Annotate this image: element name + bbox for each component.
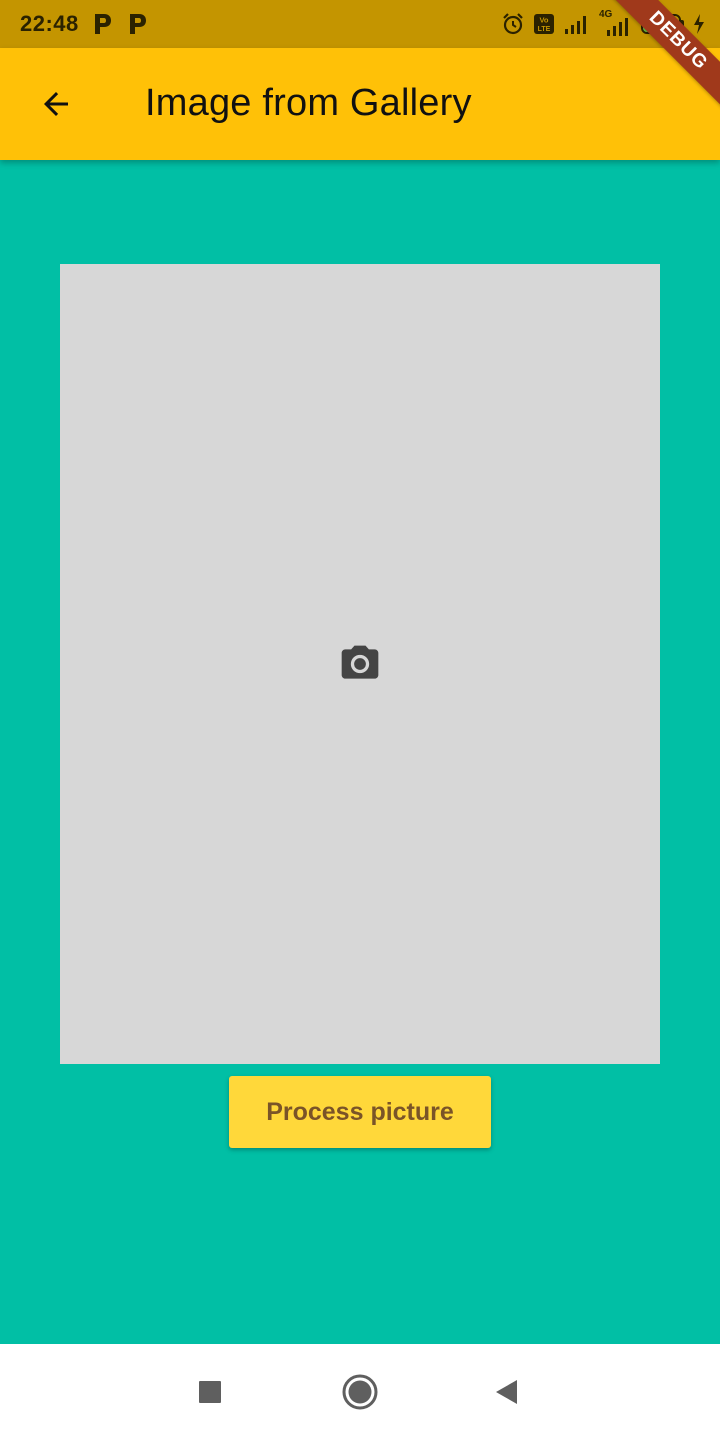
page-title: Image from Gallery xyxy=(145,82,472,124)
status-bar: 22:48 Vo LTE 4G xyxy=(0,0,720,48)
image-placeholder[interactable] xyxy=(60,264,660,1064)
volte-icon: Vo LTE xyxy=(534,14,554,34)
system-nav-bar xyxy=(0,1344,720,1440)
app-bar: Image from Gallery xyxy=(0,48,720,160)
p-icon xyxy=(95,14,111,34)
home-button[interactable] xyxy=(336,1368,384,1416)
back-button[interactable] xyxy=(28,76,84,132)
arrow-back-icon xyxy=(44,92,68,116)
recents-button[interactable] xyxy=(186,1368,234,1416)
signal-icon xyxy=(565,16,586,34)
back-triangle-icon xyxy=(496,1380,517,1404)
home-circle-icon xyxy=(342,1374,378,1410)
svg-text:LTE: LTE xyxy=(538,26,551,33)
svg-text:Vo: Vo xyxy=(539,16,548,25)
system-back-button[interactable] xyxy=(482,1368,530,1416)
4g-signal-icon: 4G xyxy=(599,9,633,37)
status-time: 22:48 xyxy=(20,11,79,36)
signal-bars-icon xyxy=(607,18,628,36)
process-picture-button[interactable]: Process picture xyxy=(229,1076,491,1148)
recents-square-icon xyxy=(199,1381,221,1403)
charging-bolt-icon xyxy=(694,14,704,34)
alarm-icon xyxy=(503,13,523,35)
p-icon xyxy=(130,14,146,34)
camera-icon xyxy=(341,645,379,679)
